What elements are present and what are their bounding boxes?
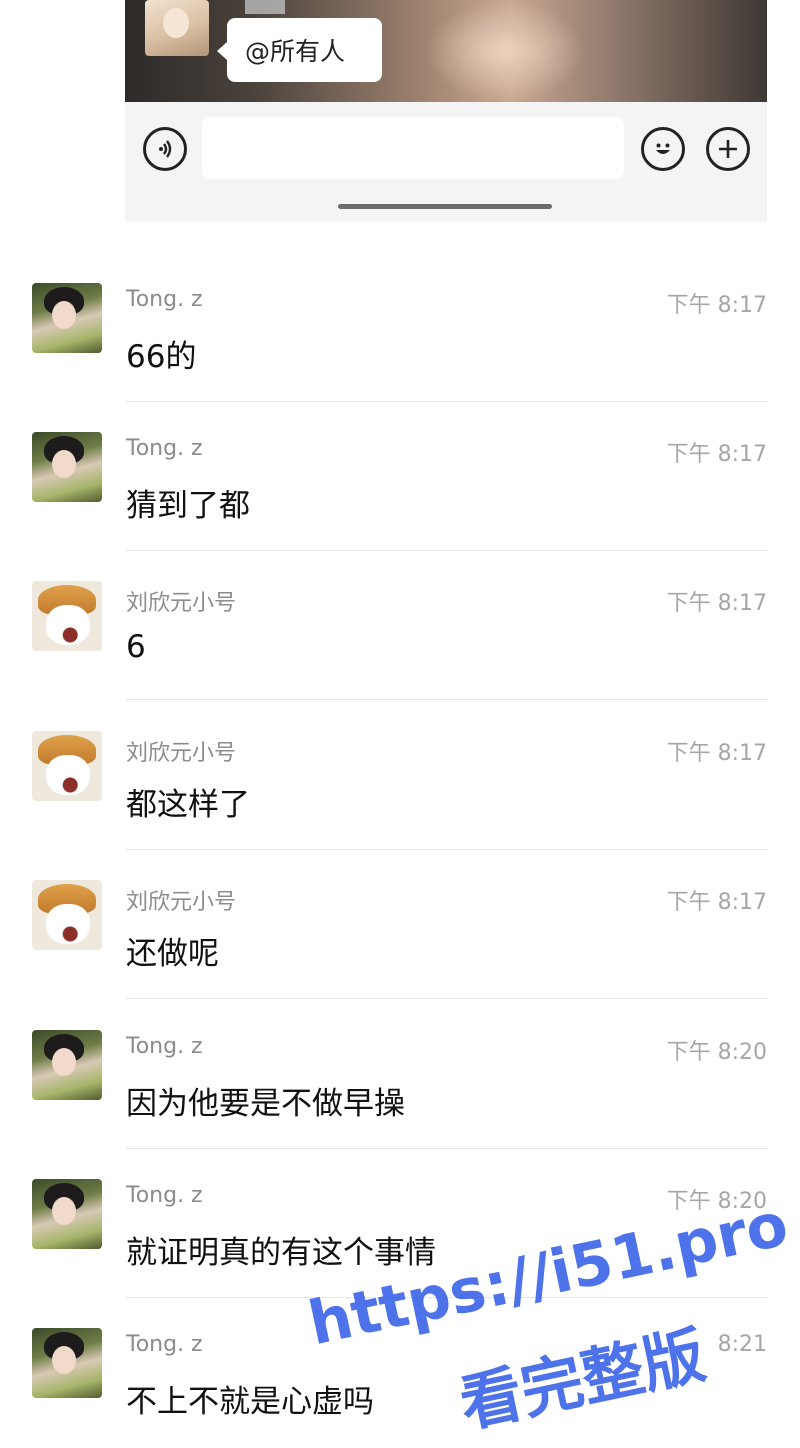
blurred-name [245, 0, 285, 14]
chat-input-bar [125, 102, 767, 222]
message-time: 下午 8:17 [666, 293, 767, 318]
voice-glyph [159, 140, 172, 158]
sender-name: Tong. z [126, 436, 203, 461]
voice-icon[interactable] [143, 127, 187, 171]
divider [126, 699, 768, 700]
message-text: 猜到了都 [126, 488, 250, 524]
avatar[interactable] [32, 1179, 102, 1249]
sender-name: 刘欣元小号 [126, 741, 237, 766]
avatar[interactable] [32, 1030, 102, 1100]
sender-name: Tong. z [126, 1183, 203, 1208]
message-time: 下午 8:17 [666, 741, 767, 766]
sender-name: 刘欣元小号 [126, 591, 237, 616]
sender-name: 刘欣元小号 [126, 890, 237, 915]
message-item[interactable]: Tong. z 下午 8:17 66的 [0, 255, 800, 405]
emoji-icon[interactable] [641, 127, 685, 171]
message-text: 都这样了 [126, 787, 250, 823]
avatar[interactable] [32, 731, 102, 801]
sender-name: Tong. z [126, 1034, 203, 1059]
message-item[interactable]: 刘欣元小号 下午 8:17 都这样了 [0, 703, 800, 853]
message-item[interactable]: 刘欣元小号 下午 8:17 6 [0, 553, 800, 703]
avatar[interactable] [32, 581, 102, 651]
avatar[interactable] [32, 432, 102, 502]
sender-name: Tong. z [126, 287, 203, 312]
message-time: 下午 8:17 [666, 890, 767, 915]
message-time: 下午 8:20 [666, 1040, 767, 1065]
avatar[interactable] [32, 1328, 102, 1398]
message-item[interactable]: Tong. z 下午 8:17 猜到了都 [0, 404, 800, 554]
divider [126, 998, 768, 999]
message-input[interactable] [202, 117, 624, 179]
mention-bubble: @所有人 [217, 18, 382, 82]
watermark-caption: 看完整版 [453, 1318, 712, 1442]
sender-name: Tong. z [126, 1332, 203, 1357]
message-item[interactable]: Tong. z 下午 8:20 因为他要是不做早操 [0, 1002, 800, 1152]
message-item[interactable]: 刘欣元小号 下午 8:17 还做呢 [0, 852, 800, 1002]
message-text: 66的 [126, 339, 197, 375]
emoji-glyph [656, 143, 670, 154]
mention-text: @所有人 [245, 37, 346, 66]
message-text: 6 [126, 629, 146, 665]
avatar[interactable] [32, 880, 102, 950]
watermark: https://i51.pro 看完整版 [303, 1189, 800, 1448]
background-photo: @所有人 [125, 0, 767, 102]
divider [126, 401, 768, 402]
plus-glyph [719, 140, 737, 158]
message-text: 因为他要是不做早操 [126, 1086, 405, 1122]
divider [126, 849, 768, 850]
divider [126, 550, 768, 551]
message-text: 还做呢 [126, 936, 219, 972]
embedded-chat-screenshot: @所有人 [125, 0, 767, 222]
embedded-avatar [145, 0, 209, 56]
plus-icon[interactable] [706, 127, 750, 171]
home-indicator [338, 204, 552, 209]
message-time: 下午 8:17 [666, 442, 767, 467]
divider [126, 1148, 768, 1149]
message-time: 下午 8:17 [666, 591, 767, 616]
photo-highlight [425, 0, 585, 102]
avatar[interactable] [32, 283, 102, 353]
